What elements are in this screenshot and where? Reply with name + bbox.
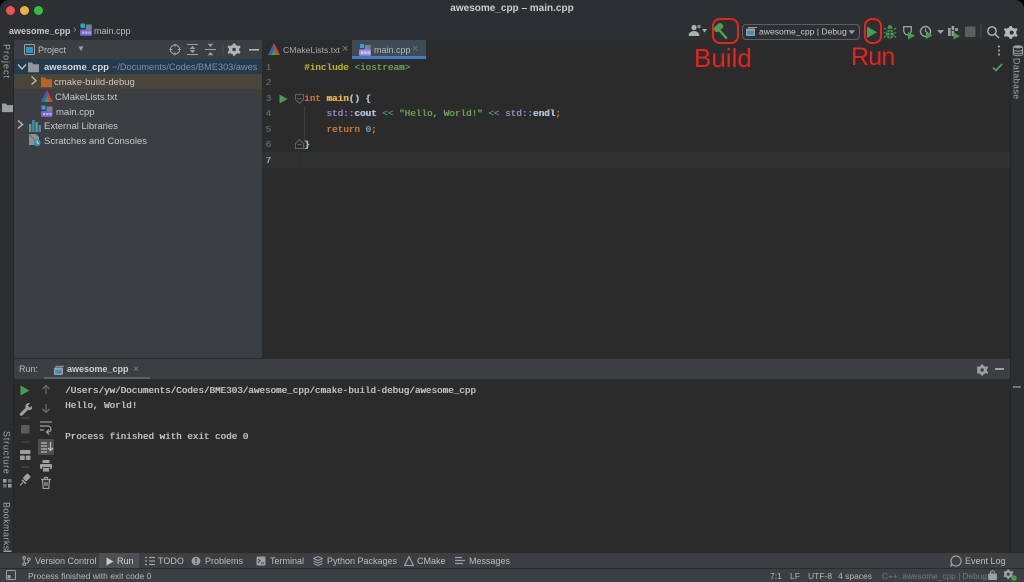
svg-text:Scratches and Consoles: Scratches and Consoles [44, 136, 147, 147]
svg-text:Bookmarks: Bookmarks [2, 502, 12, 551]
svg-text:awesome_cpp | Debug: awesome_cpp | Debug [759, 27, 847, 37]
svg-text:Project: Project [2, 44, 12, 79]
svg-text:Structure: Structure [2, 431, 12, 475]
svg-text:Database: Database [1012, 58, 1022, 100]
svg-text:cmake-build-debug: cmake-build-debug [54, 77, 135, 88]
svg-text:~/Documents/Codes/BME303/awes: ~/Documents/Codes/BME303/awes [112, 62, 258, 72]
svg-text:External Libraries: External Libraries [44, 121, 118, 132]
svg-text:CMakeLists.txt: CMakeLists.txt [55, 92, 118, 103]
svg-text:awesome_cpp: awesome_cpp [44, 62, 109, 73]
svg-text:main.cpp: main.cpp [56, 107, 95, 118]
